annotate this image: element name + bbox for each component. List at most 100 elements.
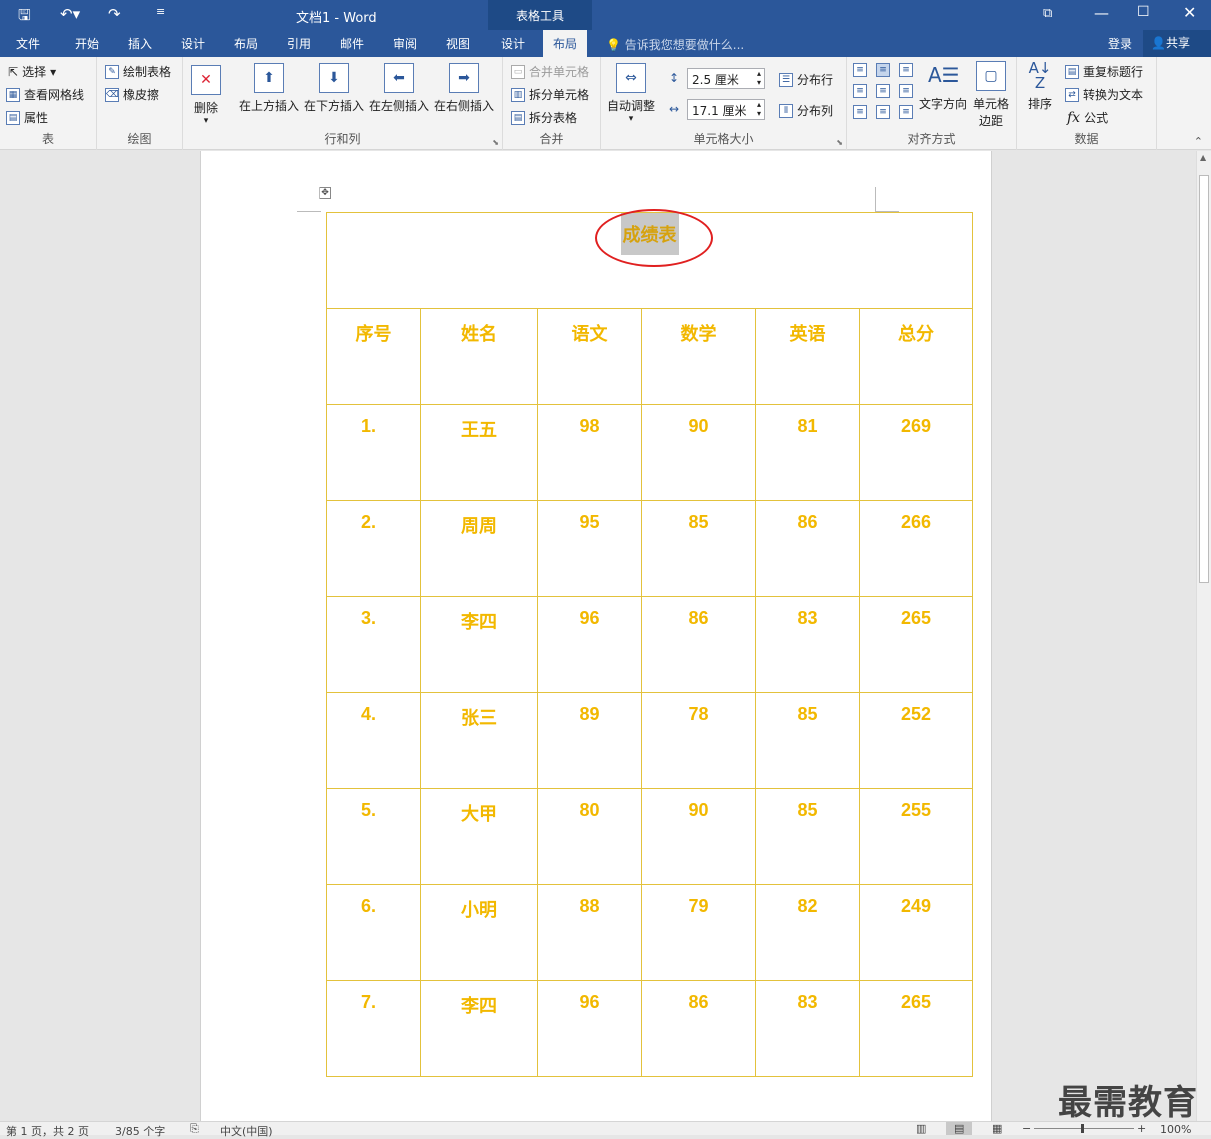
table-cell[interactable]: 83	[755, 596, 860, 693]
score-table[interactable]: 成绩表 序号 姓名 语文 数学 英语 总分 1. 王五 98 90 81 269 2. 周周 95 85 86…	[325, 212, 974, 1077]
header-cell[interactable]: 语文	[537, 308, 642, 405]
table-cell[interactable]: 265	[858, 596, 974, 693]
header-cell[interactable]: 姓名	[420, 308, 538, 405]
print-layout-icon[interactable]: ▤	[946, 1122, 973, 1135]
tab-file[interactable]: 文件	[16, 35, 40, 52]
row-height-input[interactable]: 2.5 厘米 ▴ ▾	[687, 68, 765, 89]
tab-design[interactable]: 设计	[181, 35, 205, 52]
vertical-scrollbar[interactable]: ▲	[1196, 151, 1211, 1121]
header-cell[interactable]: 序号	[326, 308, 421, 405]
table-cell[interactable]: 88	[537, 884, 642, 981]
sort-button[interactable]: A↓ Z 排序	[1025, 61, 1055, 112]
zoom-slider[interactable]	[1034, 1128, 1134, 1129]
tab-insert[interactable]: 插入	[128, 35, 152, 52]
align-top-center-icon[interactable]: ≡	[876, 63, 890, 77]
cell-margins-button[interactable]: ▢ 单元格 边距	[973, 61, 1009, 129]
merge-cells-button[interactable]: ▭ 合并单元格	[511, 63, 589, 80]
align-bottom-center-icon[interactable]: ≡	[876, 105, 890, 119]
insert-below-button[interactable]: ⬇ 在下方插入	[304, 63, 364, 114]
align-top-right-icon[interactable]: ≡	[899, 63, 913, 77]
table-cell[interactable]: 86	[755, 500, 860, 597]
table-cell[interactable]: 85	[641, 500, 756, 597]
tab-table-layout[interactable]: 布局	[543, 30, 588, 57]
formula-button[interactable]: fx 公式	[1067, 109, 1108, 126]
table-cell[interactable]: 98	[537, 404, 642, 501]
text-direction-button[interactable]: A☰ 文字方向	[919, 61, 967, 112]
table-cell[interactable]: 265	[858, 980, 974, 1077]
tell-me-box[interactable]: 💡 告诉我您想要做什么...	[606, 36, 744, 53]
table-cell[interactable]: 266	[858, 500, 974, 597]
table-move-handle-icon[interactable]: ✥	[319, 187, 331, 199]
table-cell[interactable]: 96	[537, 980, 642, 1077]
table-cell[interactable]: 96	[537, 596, 642, 693]
share-button[interactable]: 👤共享	[1143, 30, 1211, 57]
table-cell[interactable]: 张三	[420, 692, 538, 789]
align-middle-right-icon[interactable]: ≡	[899, 84, 913, 98]
eraser-button[interactable]: ⌫ 橡皮擦	[105, 86, 159, 103]
table-cell[interactable]: 90	[641, 404, 756, 501]
convert-to-text-button[interactable]: ⇄ 转换为文本	[1065, 86, 1143, 103]
table-cell[interactable]: 1.	[326, 404, 421, 501]
header-cell[interactable]: 英语	[755, 308, 860, 405]
insert-left-button[interactable]: ⬅ 在左侧插入	[369, 63, 429, 114]
table-cell[interactable]: 79	[641, 884, 756, 981]
word-count[interactable]: 3/85 个字	[115, 1123, 165, 1139]
table-cell[interactable]: 255	[858, 788, 974, 885]
header-cell[interactable]: 数学	[641, 308, 756, 405]
header-cell[interactable]: 总分	[858, 308, 974, 405]
draw-table-button[interactable]: ✎ 绘制表格	[105, 63, 171, 80]
table-cell[interactable]: 95	[537, 500, 642, 597]
table-cell[interactable]: 82	[755, 884, 860, 981]
column-width-input[interactable]: 17.1 厘米 ▴ ▾	[687, 99, 765, 120]
table-cell[interactable]: 78	[641, 692, 756, 789]
insert-right-button[interactable]: ➡ 在右侧插入	[434, 63, 494, 114]
tab-home[interactable]: 开始	[75, 35, 99, 52]
table-cell[interactable]: 86	[641, 980, 756, 1077]
dialog-launcher-icon[interactable]: ⬊	[836, 138, 843, 147]
tab-table-design[interactable]: 设计	[501, 35, 525, 52]
table-cell[interactable]: 大甲	[420, 788, 538, 885]
scrollbar-thumb[interactable]	[1199, 175, 1209, 583]
table-cell[interactable]: 3.	[326, 596, 421, 693]
zoom-out-icon[interactable]: −	[1022, 1122, 1031, 1135]
table-cell[interactable]: 83	[755, 980, 860, 1077]
delete-button[interactable]: ✕ 删除 ▾	[191, 65, 221, 126]
spinner-icon[interactable]: ▴ ▾	[757, 69, 761, 87]
customize-qat-icon[interactable]: ≡	[156, 5, 165, 18]
close-button[interactable]: ✕	[1183, 3, 1196, 22]
table-cell[interactable]: 85	[755, 692, 860, 789]
page-count[interactable]: 第 1 页，共 2 页	[6, 1123, 89, 1139]
login-link[interactable]: 登录	[1108, 35, 1132, 52]
save-icon[interactable]: 🖫	[18, 5, 31, 30]
autofit-button[interactable]: ⇔ 自动调整 ▾	[607, 63, 655, 124]
table-cell[interactable]: 小明	[420, 884, 538, 981]
table-cell[interactable]: 86	[641, 596, 756, 693]
tab-view[interactable]: 视图	[446, 35, 470, 52]
table-cell[interactable]: 李四	[420, 596, 538, 693]
redo-icon[interactable]: ↷	[108, 5, 121, 23]
proofing-icon[interactable]: ⎘	[190, 1122, 199, 1136]
repeat-header-rows-button[interactable]: ▤ 重复标题行	[1065, 63, 1143, 80]
language[interactable]: 中文(中国)	[220, 1123, 273, 1139]
web-layout-icon[interactable]: ▦	[992, 1122, 1002, 1135]
table-cell[interactable]: 252	[858, 692, 974, 789]
table-cell[interactable]: 85	[755, 788, 860, 885]
table-cell[interactable]: 81	[755, 404, 860, 501]
table-cell[interactable]: 6.	[326, 884, 421, 981]
table-cell[interactable]: 7.	[326, 980, 421, 1077]
undo-icon[interactable]: ↶▾	[60, 5, 80, 23]
table-cell[interactable]: 4.	[326, 692, 421, 789]
select-button[interactable]: ⇱ 选择 ▾	[8, 63, 56, 80]
properties-button[interactable]: ▤ 属性	[6, 109, 48, 126]
tab-review[interactable]: 审阅	[393, 35, 417, 52]
distribute-columns-button[interactable]: ⫴ 分布列	[779, 102, 833, 119]
table-cell[interactable]: 89	[537, 692, 642, 789]
ribbon-display-icon[interactable]: ⧉	[1043, 6, 1052, 21]
read-mode-icon[interactable]: ▥	[916, 1122, 926, 1135]
table-cell[interactable]: 李四	[420, 980, 538, 1077]
align-bottom-left-icon[interactable]: ≡	[853, 105, 867, 119]
distribute-rows-button[interactable]: ☰ 分布行	[779, 71, 833, 88]
align-middle-center-icon[interactable]: ≡	[876, 84, 890, 98]
split-table-button[interactable]: ▤ 拆分表格	[511, 109, 577, 126]
dialog-launcher-icon[interactable]: ⬊	[492, 138, 499, 147]
